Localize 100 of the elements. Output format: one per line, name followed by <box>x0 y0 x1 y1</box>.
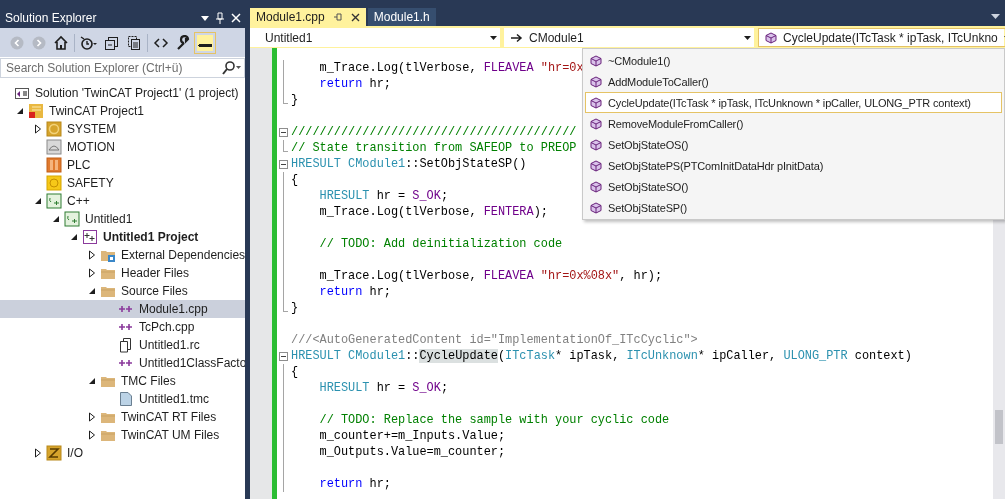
system-icon <box>46 121 62 137</box>
close-icon[interactable] <box>350 12 360 22</box>
collapse-arrow-icon[interactable] <box>34 197 42 205</box>
collapse-icon[interactable] <box>279 160 288 169</box>
tree-item[interactable]: Untitled1.rc <box>0 336 245 354</box>
method-icon <box>765 31 777 44</box>
tree-item[interactable]: External Dependencies <box>0 246 245 264</box>
panel-title: Solution Explorer <box>5 11 98 25</box>
expand-arrow-icon[interactable] <box>88 430 96 440</box>
code-line: // TODO: Replace the sample with your cyclic code <box>318 412 670 428</box>
wrench-icon[interactable] <box>175 34 191 51</box>
method-icon <box>590 54 602 67</box>
clock-icon[interactable] <box>80 34 98 51</box>
code-line: return hr; <box>318 476 391 492</box>
tree-item[interactable]: PLC <box>0 156 245 174</box>
editor-tab[interactable]: Module1.h <box>367 8 436 26</box>
expand-arrow-icon[interactable] <box>88 250 96 260</box>
code-line: HRESULT hr = S_OK; <box>318 188 448 204</box>
code-line: ///<AutoGeneratedContent id="ImplementationOf_ITcCyclic"> <box>291 332 698 348</box>
collapse-arrow-icon[interactable] <box>88 377 96 385</box>
method-icon <box>590 96 602 109</box>
navigation-dropdown[interactable]: CModule1 <box>504 28 754 47</box>
code-line: m_Trace.Log(tlVerbose, FENTERA); <box>318 204 548 220</box>
tree-item[interactable]: Module1.cpp <box>0 300 245 318</box>
member-list-item[interactable]: ~CModule1() <box>585 50 1002 71</box>
tree-item[interactable]: C++ <box>0 192 245 210</box>
motion-icon <box>46 139 62 155</box>
tree-item[interactable]: SAFETY <box>0 174 245 192</box>
file-icon <box>118 391 134 407</box>
member-list-item[interactable]: CycleUpdate(ITcTask * ipTask, ITcUnknown * ipCaller, ULONG_PTR context) <box>585 92 1002 113</box>
code-line: { <box>291 364 299 380</box>
expand-arrow-icon[interactable] <box>34 124 42 134</box>
member-list-item[interactable]: SetObjStateSO() <box>585 176 1002 197</box>
navigation-dropdown[interactable]: CycleUpdate(ITcTask * ipTask, ITcUnkno <box>758 28 1005 47</box>
tree-item[interactable]: MOTION <box>0 138 245 156</box>
method-icon <box>590 201 602 214</box>
code-line: HRESULT CModule1::CycleUpdate(ITcTask* ipTask, ITcUnknown* ipCaller, ULONG_PTR context) <box>291 348 912 364</box>
code-line: return hr; <box>318 284 391 300</box>
member-list-item[interactable]: SetObjStatePS(PTComInitDataHdr pInitData) <box>585 155 1002 176</box>
project-icon <box>82 229 98 245</box>
collapse-icon[interactable] <box>279 352 288 361</box>
method-icon <box>590 138 602 151</box>
code-line: } <box>291 300 299 316</box>
preview-icon[interactable] <box>197 34 213 51</box>
cpp-project-icon <box>46 193 62 209</box>
code-line: m_Outputs.Value=m_counter; <box>318 444 506 460</box>
member-list-item[interactable]: RemoveModuleFromCaller() <box>585 113 1002 134</box>
method-icon <box>590 75 602 88</box>
collapse-arrow-icon[interactable] <box>52 215 60 223</box>
io-icon <box>46 445 62 461</box>
arrow-icon <box>511 32 523 43</box>
collapse-arrow-icon[interactable] <box>70 233 78 241</box>
code-line: { <box>291 172 299 188</box>
member-list-item[interactable]: AddModuleToCaller() <box>585 71 1002 92</box>
tree-item[interactable]: TwinCAT Project1 <box>0 102 245 120</box>
tree-item[interactable]: Untitled1 Project <box>0 228 245 246</box>
search-field[interactable]: Search Solution Explorer (Ctrl+ü) <box>0 58 245 78</box>
tree-item[interactable]: Header Files <box>0 264 245 282</box>
search-icon[interactable] <box>221 61 241 75</box>
code-line: return hr; <box>318 76 391 92</box>
file-icon <box>118 337 134 353</box>
collapse-arrow-icon[interactable] <box>88 287 96 295</box>
plc-icon <box>46 157 62 173</box>
expand-arrow-icon[interactable] <box>88 412 96 422</box>
tree-item[interactable]: TcPch.cpp <box>0 318 245 336</box>
code-line: m_counter+=m_Inputs.Value; <box>318 428 506 444</box>
pages-icon[interactable] <box>126 34 142 51</box>
tree-item[interactable]: Solution 'TwinCAT Project1' (1 project) <box>0 84 245 102</box>
expand-arrow-icon[interactable] <box>34 448 42 458</box>
tree-item[interactable]: Untitled1.tmc <box>0 390 245 408</box>
expand-arrow-icon[interactable] <box>88 268 96 278</box>
tree-item[interactable]: Untitled1 <box>0 210 245 228</box>
tree-item[interactable]: TwinCAT RT Files <box>0 408 245 426</box>
tree-item[interactable]: TwinCAT UM Files <box>0 426 245 444</box>
tree-item[interactable]: SYSTEM <box>0 120 245 138</box>
tree-item[interactable]: Source Files <box>0 282 245 300</box>
collapse-all-icon[interactable] <box>104 34 120 51</box>
cpp-project-icon <box>64 211 80 227</box>
member-list-item[interactable]: SetObjStateSP() <box>585 197 1002 218</box>
safety-icon <box>46 175 62 191</box>
method-icon <box>590 159 602 172</box>
tree-item[interactable]: I/O <box>0 444 245 462</box>
home-icon[interactable] <box>53 34 69 51</box>
collapse-arrow-icon[interactable] <box>16 107 24 115</box>
code-line: // TODO: Add deinitialization code <box>318 236 563 252</box>
code-line: //////////////////////////////////////// <box>291 124 577 140</box>
method-icon <box>590 117 602 130</box>
navigation-dropdown[interactable]: Untitled1 <box>250 28 500 47</box>
project-icon <box>28 103 44 119</box>
editor-tab[interactable]: Module1.cpp <box>250 8 366 26</box>
code-line: m_Trace.Log(tlVerbose, FLEAVEA "hr=0x <box>318 60 584 76</box>
tree-item[interactable]: TMC Files <box>0 372 245 390</box>
code-line: // State transition from SAFEOP to PREOP <box>291 140 577 156</box>
code-line: HRESULT hr = S_OK; <box>318 380 448 396</box>
code-line: } <box>291 92 299 108</box>
member-list-item[interactable]: SetObjStateOS() <box>585 134 1002 155</box>
tree-item[interactable]: Untitled1ClassFacto <box>0 354 245 372</box>
method-icon <box>590 180 602 193</box>
solution-icon <box>14 85 30 101</box>
collapse-icon[interactable] <box>279 128 288 137</box>
